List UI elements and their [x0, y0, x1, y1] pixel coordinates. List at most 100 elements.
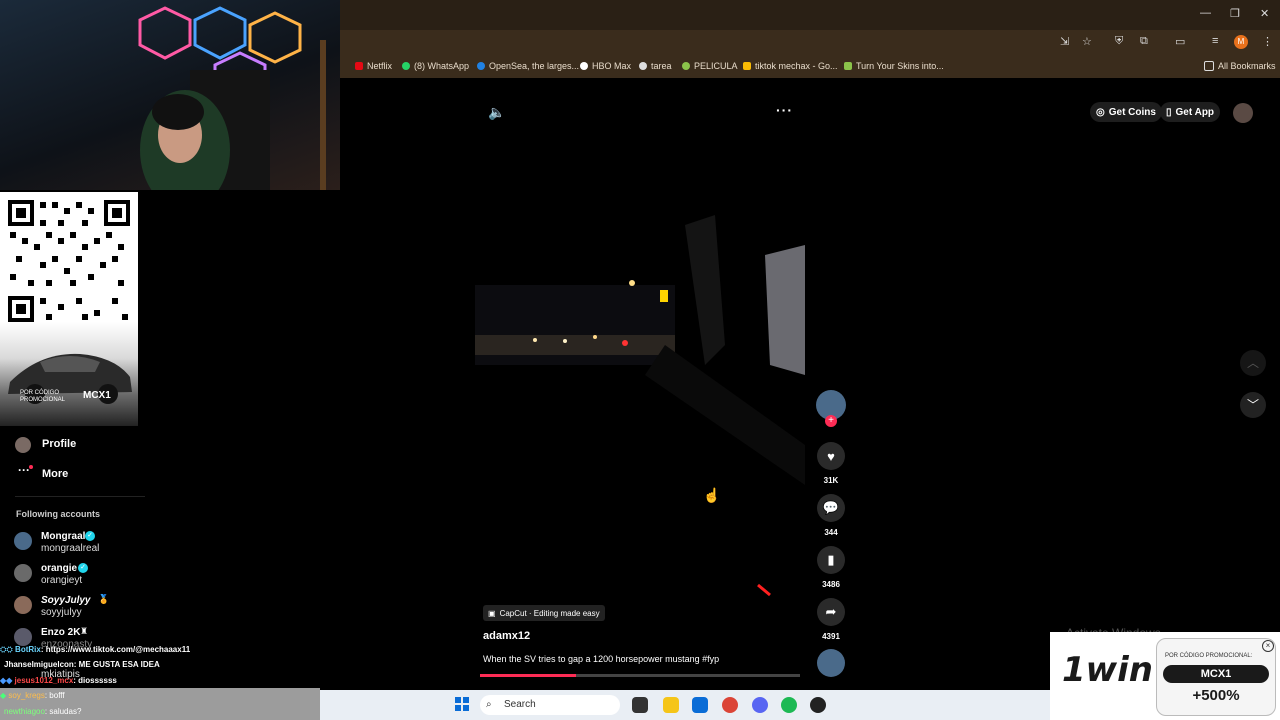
comment-count: 344: [824, 528, 838, 537]
bot-icon: ⛭⛭: [0, 645, 13, 654]
file-explorer-icon[interactable]: [663, 697, 679, 713]
bookmark-opensea[interactable]: OpenSea, the larges...: [477, 61, 579, 71]
shield-icon[interactable]: ⛨: [1115, 35, 1123, 48]
qr-code: [6, 198, 132, 324]
more-options-icon[interactable]: ···: [776, 102, 793, 118]
next-video-button[interactable]: ﹀: [1240, 392, 1266, 418]
share-count: 4391: [822, 632, 840, 641]
profile-avatar[interactable]: M: [1234, 35, 1248, 49]
spotify-icon[interactable]: [781, 697, 797, 713]
minimize-icon[interactable]: —: [1200, 7, 1211, 19]
comment-icon: 💬: [822, 500, 840, 515]
bookmarks-bar: Netflix (8) WhatsApp OpenSea, the larges…: [340, 56, 1280, 78]
extensions-icon[interactable]: ⧉: [1140, 35, 1148, 48]
chat-message: ⛭⛭ BotRix: https://www.tiktok.com/@mecha…: [0, 645, 191, 654]
opensea-icon: [477, 62, 485, 70]
profile-avatar-icon: [15, 437, 31, 453]
windows-start-icon[interactable]: [455, 697, 469, 711]
obs-icon[interactable]: [810, 697, 826, 713]
netflix-icon: [355, 62, 363, 70]
like-button[interactable]: ♥: [817, 442, 845, 470]
avatar: [14, 564, 32, 582]
save-count: 3486: [822, 580, 840, 589]
following-account-mongraal[interactable]: Mongraal ✓ mongraalreal: [14, 531, 154, 559]
browser-toolbar: [340, 30, 1280, 56]
bookmark-pelicula[interactable]: PELICULA: [682, 61, 738, 71]
verified-icon: ✓: [78, 563, 88, 573]
following-title: Following accounts: [16, 509, 101, 519]
all-bookmarks-button[interactable]: All Bookmarks: [1204, 61, 1276, 71]
bookmark-turn-skins[interactable]: Turn Your Skins into...: [844, 61, 944, 71]
coin-icon: ◎: [1096, 106, 1105, 118]
like-count: 31K: [823, 476, 839, 485]
video-author[interactable]: adamx12: [483, 630, 530, 642]
share-icon: ➦: [825, 604, 837, 619]
user-avatar[interactable]: [1233, 103, 1253, 123]
chat-message: Jhanselmiguelcon: ME GUSTA ESA IDEA: [4, 660, 160, 669]
close-icon[interactable]: ✕: [1260, 7, 1269, 20]
streamer-webcam-image: [138, 6, 326, 190]
sidepanel-icon[interactable]: ▭: [1175, 35, 1185, 48]
menu-kebab-icon[interactable]: ⋮: [1262, 35, 1273, 48]
get-app-button[interactable]: ▯ Get App: [1160, 102, 1221, 122]
folder-icon: [1204, 61, 1214, 71]
task-view-icon[interactable]: [632, 697, 648, 713]
search-icon: ⌕: [486, 699, 492, 710]
following-account-orangie[interactable]: orangie ✓ orangieyt: [14, 563, 154, 591]
previous-video-button[interactable]: ︿: [1240, 350, 1266, 376]
comment-button[interactable]: 💬: [817, 494, 845, 522]
bookmark-whatsapp[interactable]: (8) WhatsApp: [402, 61, 469, 71]
bookmark-tarea[interactable]: tarea: [639, 61, 672, 71]
following-account-enzo[interactable]: Enzo 2K ♜ enzoonasty: [14, 626, 154, 650]
promo-code-card: POR CÓDIGO PROMOCIONAL: MCX1 +500%: [1156, 638, 1276, 716]
sound-disc[interactable]: [817, 649, 845, 677]
bookmark-tiktok-mechax[interactable]: tiktok mechax - Go...: [743, 61, 838, 71]
discord-icon[interactable]: [752, 697, 768, 713]
close-icon[interactable]: ×: [1262, 640, 1274, 652]
capcut-badge[interactable]: ▣ CapCut · Editing made easy: [483, 605, 605, 621]
share-button[interactable]: ➦: [817, 598, 845, 626]
avatar: [14, 532, 32, 550]
badge-icon: ◆: [0, 691, 7, 700]
avatar: [14, 596, 32, 614]
onewin-logo: 1win: [1062, 650, 1153, 690]
video-progress-fill: [480, 674, 576, 677]
store-icon[interactable]: [692, 697, 708, 713]
onewin-promo-banner: 1win POR CÓDIGO PROMOCIONAL: MCX1 +500% …: [1050, 632, 1280, 720]
browser-titlebar: — ❐ ✕: [340, 0, 1280, 30]
following-account-soyyjulyy[interactable]: SoyyJulyy 🏅 soyyjulyy: [14, 594, 154, 623]
sidebar-more[interactable]: More: [42, 468, 68, 480]
cast-icon[interactable]: ⇲: [1060, 35, 1069, 48]
bookmark-icon: ▮: [827, 552, 835, 567]
get-coins-button[interactable]: ◎ Get Coins: [1090, 102, 1162, 122]
restore-icon[interactable]: ❐: [1230, 7, 1240, 20]
mouse-cursor-icon: ☝: [703, 487, 721, 503]
follow-plus-icon[interactable]: +: [825, 415, 837, 427]
volume-icon[interactable]: 🔈: [488, 104, 505, 121]
qr-code-value: MCX1: [83, 390, 111, 401]
badge-icon: ◆◆: [0, 676, 13, 685]
sidebar-divider: [15, 496, 145, 497]
chat-message: ◆◆ jesus1012_mcx: diossssss: [0, 676, 117, 685]
bookmark-hbo-max[interactable]: HBO Max: [580, 61, 631, 71]
chevron-down-icon: ﹀: [1246, 398, 1259, 412]
whatsapp-icon: [402, 62, 410, 70]
save-button[interactable]: ▮: [817, 546, 845, 574]
promo-code-value: MCX1: [1163, 665, 1269, 683]
tab-search-icon[interactable]: ≡: [1212, 35, 1218, 47]
sidebar-profile[interactable]: Profile: [42, 438, 76, 450]
skins-icon: [844, 62, 852, 70]
bookmark-netflix[interactable]: Netflix: [355, 61, 392, 71]
phone-icon: ▯: [1166, 106, 1172, 118]
verified-icon: ✓: [85, 531, 95, 541]
chat-message: ◆ soy_kregs: bofff: [0, 691, 65, 700]
bookmark-star-icon[interactable]: ☆: [1082, 35, 1092, 48]
avatar: [14, 628, 32, 646]
promo-car-image: [0, 322, 138, 426]
medal-icon: 🏅: [98, 594, 110, 604]
video-progress-track[interactable]: [480, 674, 800, 677]
notification-dot: [29, 465, 33, 469]
taskbar-search[interactable]: ⌕ Search: [480, 695, 620, 715]
chrome-icon[interactable]: [722, 697, 738, 713]
windows-taskbar: [320, 690, 1050, 720]
